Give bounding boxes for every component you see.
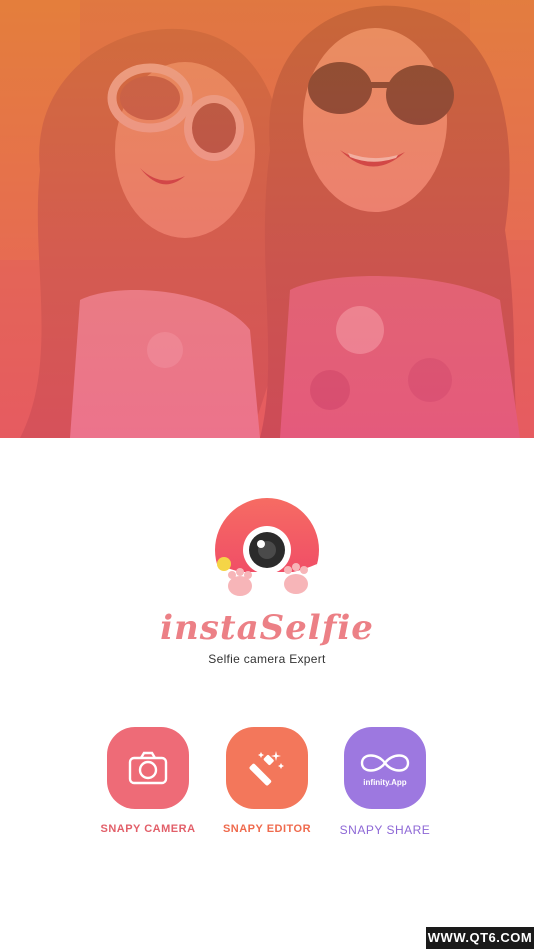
snapy-share-action[interactable]: infinity.App SNAPY SHARE [310,727,460,837]
app-logo [212,498,322,606]
magic-wand-icon [249,751,284,786]
infinity-icon [360,753,410,772]
infinity-app-label: infinity.App [363,777,407,787]
app-name: instaSelfie [160,608,374,648]
app-tagline: Selfie camera Expert [208,652,326,666]
watermark: WWW.QT6.COM [426,927,534,949]
hero-photo [0,0,534,438]
snapy-editor-button[interactable] [226,727,308,809]
camera-icon [128,751,168,785]
snapy-camera-button[interactable] [107,727,189,809]
splash-screen: instaSelfie Selfie camera Expert SNAPY C… [0,0,534,949]
snapy-share-button[interactable]: infinity.App [344,727,426,809]
selfie-photo-illustration [0,0,534,438]
snapy-share-label: SNAPY SHARE [339,823,431,837]
